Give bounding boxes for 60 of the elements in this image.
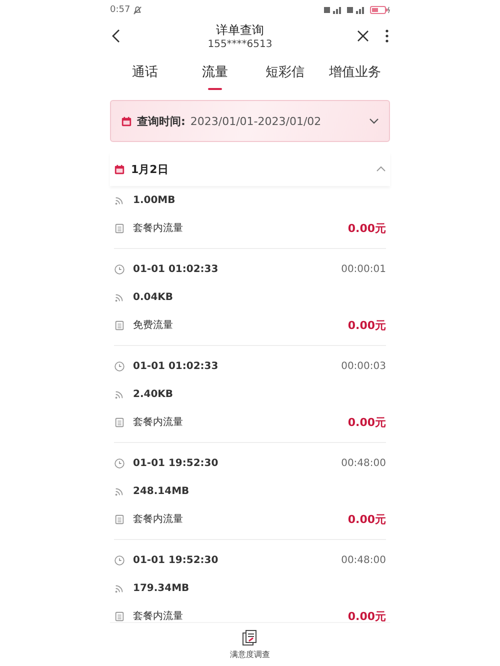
tab[interactable]: 通话 [110,56,180,92]
signal-icon [114,194,125,206]
record-type: 套餐内流量 [133,416,184,429]
mute-icon [133,6,142,14]
query-label: 查询时间: [137,114,186,128]
record-type: 套餐内流量 [133,222,184,235]
calendar-icon [114,164,125,174]
record-type: 套餐内流量 [133,512,184,526]
signal-icon [114,388,125,400]
record-time: 01-01 19:52:30 [133,554,220,566]
record-fee: 0.00元 [348,414,386,430]
tab[interactable]: 增值业务 [320,56,390,92]
page-title: 详单查询 [216,22,264,39]
tab[interactable]: 流量 [180,56,250,92]
record-time: 01-01 19:52:30 [133,458,220,468]
clock-icon [114,458,125,468]
record-type: 免费流量 [133,318,174,332]
tab[interactable]: 短彩信 [250,56,320,92]
record-volume: 1.00MB [133,194,176,206]
signal-icon [114,582,125,594]
record-duration: 00:48:00 [341,458,386,468]
record-volume: 179.34MB [133,582,190,594]
signal-icon [114,292,125,302]
list-icon [114,222,125,234]
record-duration: 00:00:01 [341,264,386,274]
status-time: 0:57 [110,5,130,15]
record-fee: 0.00元 [348,318,386,332]
record-volume: 0.04KB [133,292,174,302]
list-icon [114,320,125,330]
list-icon [114,514,125,524]
day-header[interactable]: 1月2日 [110,152,390,186]
clock-icon [114,554,125,566]
record-duration: 00:48:00 [341,554,386,566]
day-label: 1月2日 [131,162,168,176]
record-volume: 248.14MB [133,486,190,496]
record-time: 01-01 01:02:33 [133,360,220,372]
record-time: 01-01 01:02:33 [133,264,220,274]
signal-icon [114,486,125,496]
signal-icon [324,6,344,14]
battery-icon [370,6,390,14]
record-fee: 0.00元 [348,512,386,526]
list-icon [114,610,125,622]
close-button[interactable] [356,29,370,43]
record-duration: 00:00:03 [341,360,386,372]
record-fee: 0.00元 [348,220,386,236]
query-value: 2023/01/01-2023/01/02 [190,114,322,128]
record-fee: 0.00元 [348,608,386,622]
phone-number: 155****6513 [208,39,272,50]
survey-button[interactable]: 满意度调查 [110,622,390,666]
survey-icon [241,629,259,647]
calendar-icon [121,116,132,126]
clock-icon [114,264,125,274]
record-type: 套餐内流量 [133,610,184,622]
clock-icon [114,360,125,372]
query-time-dropdown[interactable]: 查询时间: 2023/01/01-2023/01/02 [110,100,390,142]
list-icon [114,416,125,428]
chevron-down-icon [369,118,379,124]
more-button[interactable] [384,28,390,44]
record-volume: 2.40KB [133,388,174,400]
signal-icon [347,6,367,14]
